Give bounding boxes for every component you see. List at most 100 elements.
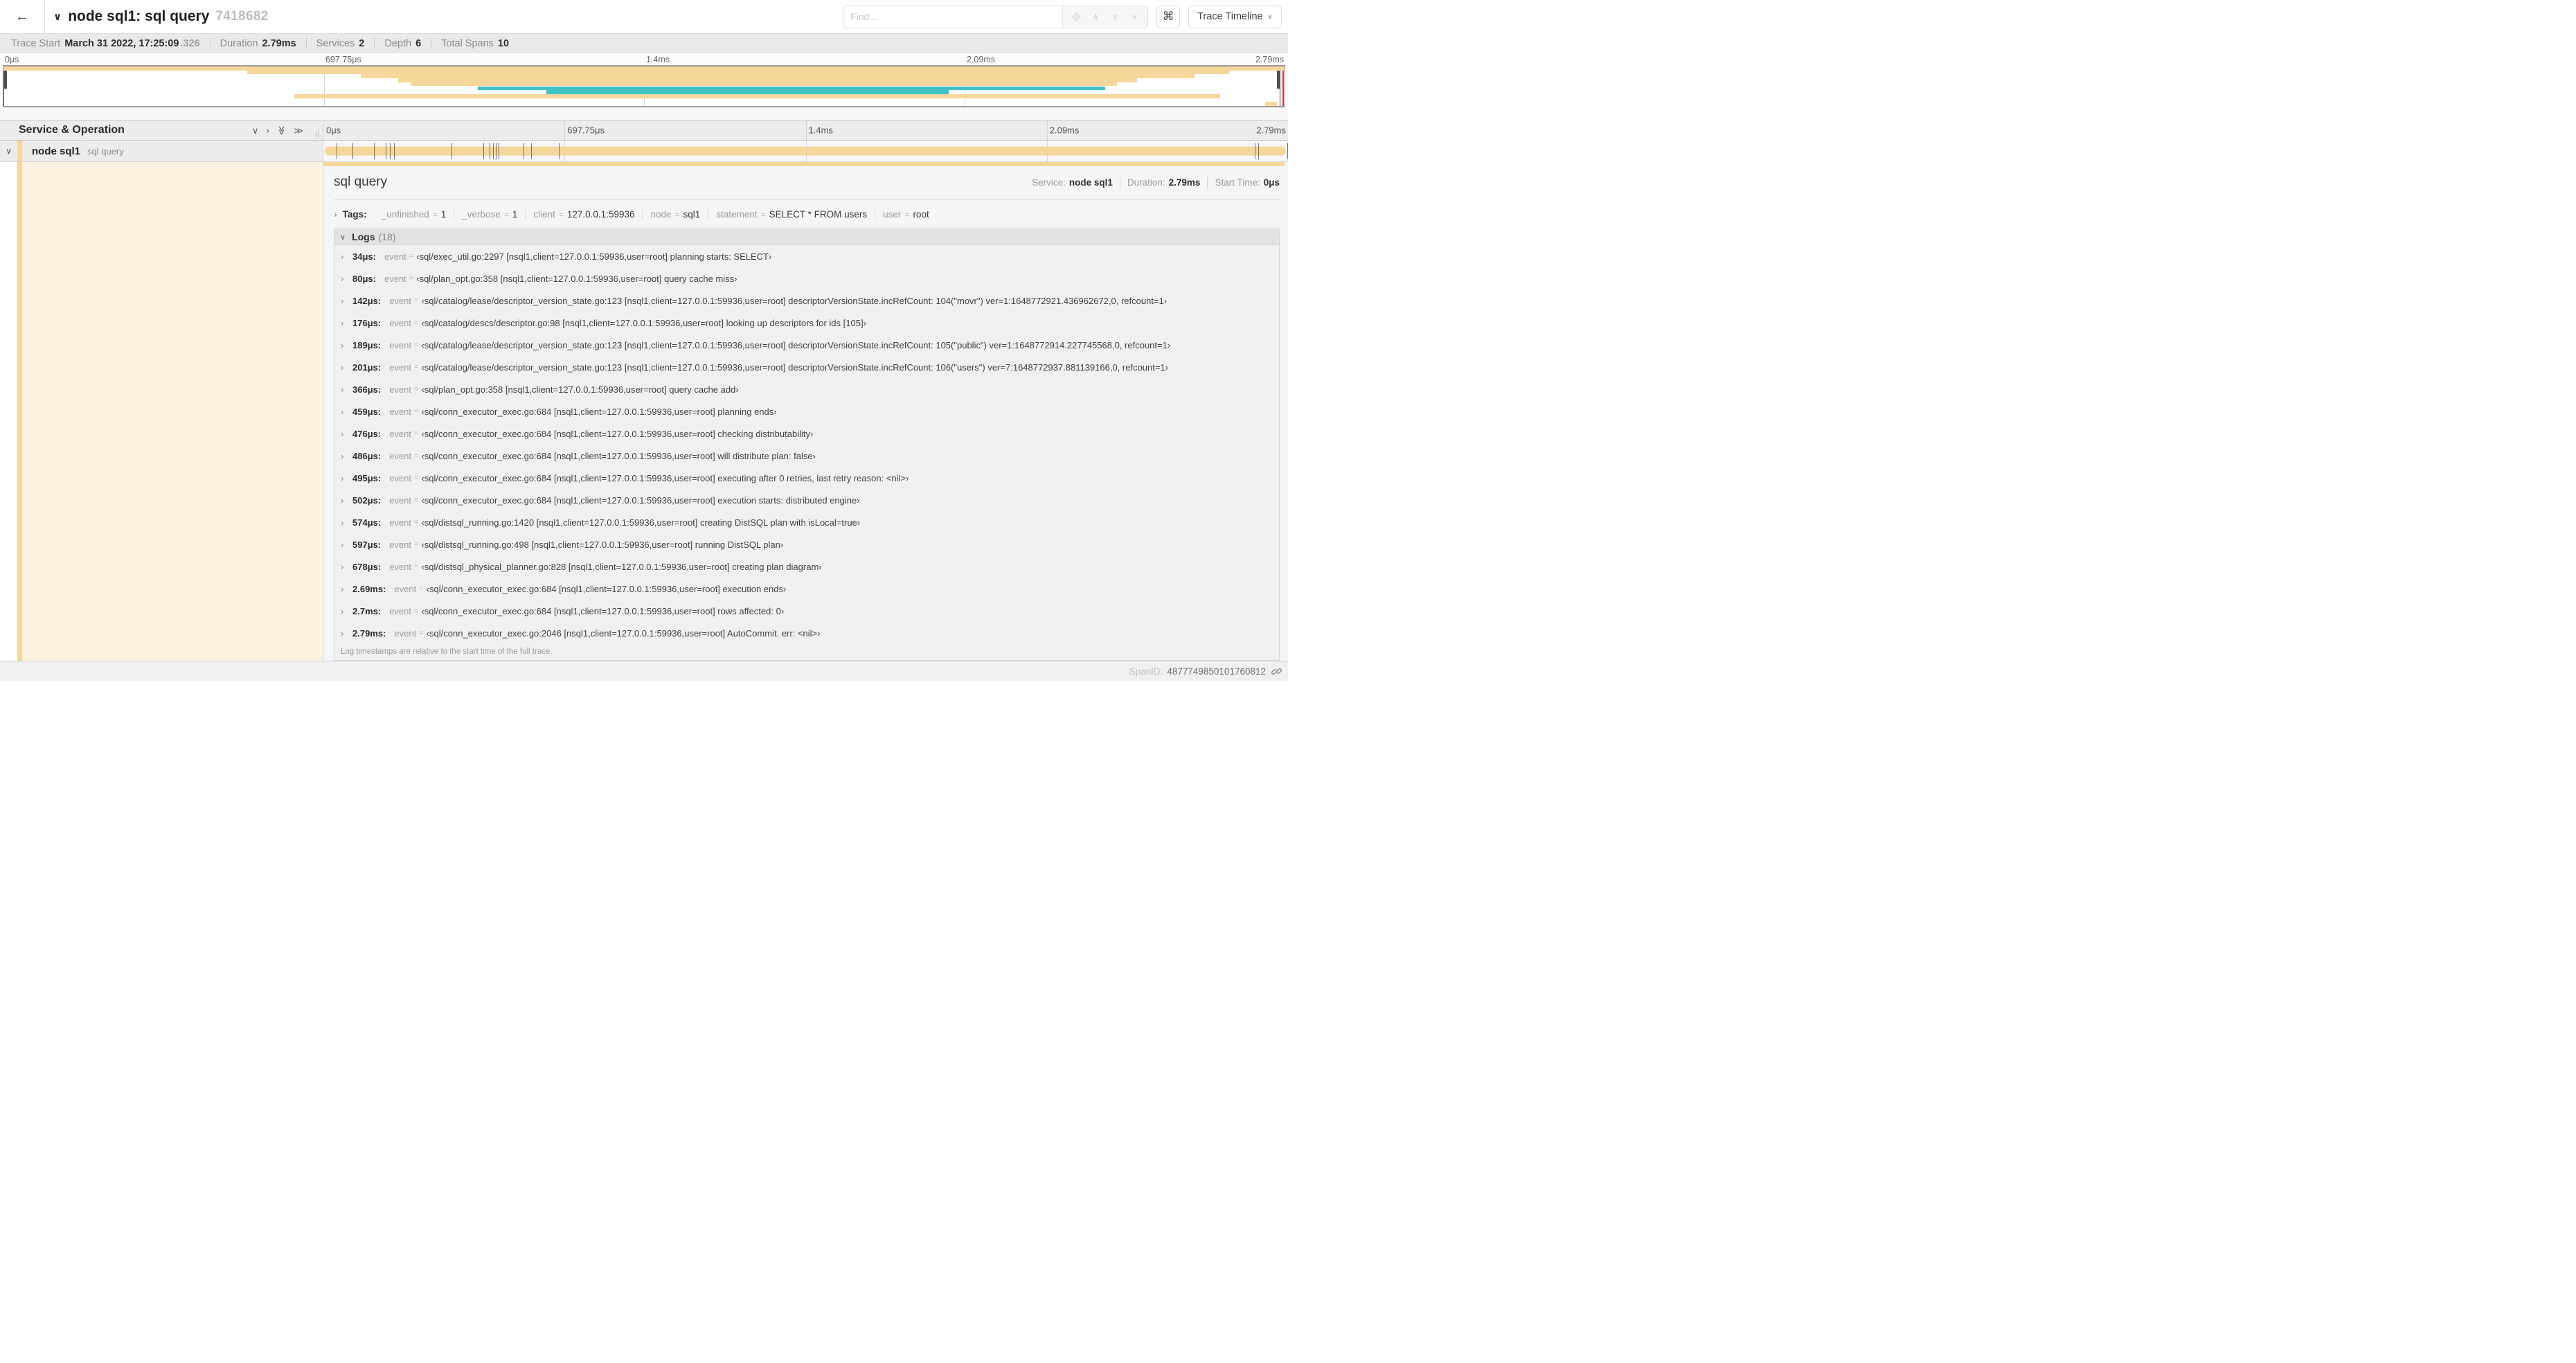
tag-pair: _unfinished = 1 [374,209,454,220]
summary-label: Duration [220,37,258,49]
minimap-left-scrubber[interactable] [3,66,7,106]
find-prev-button[interactable]: ∧ [1086,8,1104,26]
equals-sign: = [414,607,419,615]
chevron-right-icon: › [341,450,344,461]
back-button[interactable]: ← [0,0,45,33]
expand-all-icon[interactable]: ≫ [294,126,303,135]
trace-summary-bar: Trace Start March 31 2022, 17:25:09.326 Du… [0,33,1288,53]
log-marker-tick [559,143,560,159]
tags-row[interactable]: › Tags: _unfinished = 1 _verbose = 1 client = 12… [334,205,1280,223]
minimap-canvas[interactable] [3,65,1285,107]
log-field-value: ‹sql/conn_executor_exec.go:684 [nsql1,cl… [421,472,909,483]
keyboard-shortcuts-button[interactable]: ⌘ [1156,5,1181,28]
log-field-value: ‹sql/distsql_running.go:498 [nsql1,clien… [421,539,784,550]
log-entry-row[interactable]: › 495μs: event = ‹sql/conn_executor_exec.go:… [334,467,1279,489]
ruler-tick-label: 697.75μs [567,125,605,136]
summary-value: March 31 2022, 17:25:09 [64,37,179,49]
log-field-key: event [389,339,412,350]
log-field-key: event [389,362,412,373]
log-timestamp: 459μs: [352,406,382,417]
log-marker-tick [496,143,497,159]
log-timestamp: 176μs: [352,317,382,328]
log-entry-row[interactable]: › 142μs: event = ‹sql/catalog/lease/descript… [334,289,1279,312]
link-icon [1271,668,1282,675]
equals-sign: = [414,319,419,327]
trace-view-label: Trace Timeline [1197,11,1263,22]
log-entry-row[interactable]: › 2.7ms: event = ‹sql/conn_executor_exec.go:… [334,600,1279,622]
log-entry-row[interactable]: › 678μs: event = ‹sql/distsql_physical_plann… [334,555,1279,578]
log-field-key: event [389,295,412,306]
span-detail-header: sql query Service: node sql1 Duration: 2.79… [334,172,1280,193]
summary-value-suffix: .326 [180,37,200,49]
meta-value: 0μs [1263,177,1280,188]
log-entry-row[interactable]: › 459μs: event = ‹sql/conn_executor_exec.go:… [334,400,1279,422]
log-entry-row[interactable]: › 574μs: event = ‹sql/distsql_running.go:142… [334,511,1279,533]
chevron-up-icon: ∧ [1092,11,1099,21]
minimap-span-bar [1265,102,1277,106]
equals-sign: = [674,209,680,220]
chevron-down-icon: ∨ [1111,11,1118,21]
collapse-controls: ∨ › ≫ ≫ [252,125,303,135]
chevron-right-icon: › [341,627,344,639]
logs-header[interactable]: ∨ Logs (18) [334,229,1279,245]
log-entry-row[interactable]: › 2.79ms: event = ‹sql/conn_executor_exec.go… [334,622,1279,644]
expand-one-icon[interactable]: › [266,126,269,135]
log-entry-row[interactable]: › 366μs: event = ‹sql/plan_opt.go:358 [nsql1… [334,378,1279,400]
tag-key: _verbose [462,208,501,220]
log-field-key: event [389,406,412,417]
log-field-key: event [384,251,406,262]
log-field-value: ‹sql/conn_executor_exec.go:2046 [nsql1,c… [426,627,821,639]
log-entry-row[interactable]: › 2.69ms: event = ‹sql/conn_executor_exec.go… [334,578,1279,600]
summary-label: Depth [384,37,412,49]
span-meta-item: Duration: 2.79ms [1119,177,1208,188]
service-color-stripe [17,162,22,661]
copy-link-button[interactable] [1271,666,1282,677]
tag-key: _unfinished [381,208,429,220]
equals-sign: = [760,209,766,220]
span-row[interactable]: ∨ node sql1 sql query [0,141,1288,162]
log-entry-row[interactable]: › 201μs: event = ‹sql/catalog/lease/descript… [334,356,1279,378]
collapse-all-icon[interactable]: ≫ [276,125,287,135]
tag-value: 127.0.0.1:59936 [566,208,635,220]
log-field-value: ‹sql/catalog/lease/descriptor_version_st… [421,362,1169,373]
log-timestamp: 34μs: [352,251,376,262]
chevron-right-icon: › [341,472,344,483]
log-field-key: event [389,539,412,550]
summary-item: Trace Start March 31 2022, 17:25:09.326 [11,38,210,49]
log-entry-row[interactable]: › 486μs: event = ‹sql/conn_executor_exec.go:… [334,445,1279,467]
log-entry-row[interactable]: › 189μs: event = ‹sql/catalog/lease/descript… [334,334,1279,356]
equals-sign: = [409,252,414,260]
log-field-value: ‹sql/catalog/lease/descriptor_version_st… [421,339,1171,350]
log-entry-row[interactable]: › 502μs: event = ‹sql/conn_executor_exec.go:… [334,489,1279,511]
find-clear-button[interactable]: × [1125,8,1143,26]
column-resizer[interactable] [316,132,319,139]
chevron-down-icon[interactable]: ∨ [53,10,62,23]
trace-view-select[interactable]: Trace Timeline ∨ [1188,5,1282,28]
log-entry-row[interactable]: › 80μs: event = ‹sql/plan_opt.go:358 [nsql1,… [334,267,1279,289]
log-entry-row[interactable]: › 176μs: event = ‹sql/catalog/descs/descript… [334,312,1279,334]
find-input[interactable] [843,6,1063,28]
locate-span-button[interactable] [1067,8,1085,26]
page-title: node sql1: sql query [68,8,210,24]
log-timestamp: 2.7ms: [352,605,382,616]
log-field-value: ‹sql/catalog/lease/descriptor_version_st… [421,295,1168,306]
detail-left-column [0,162,323,661]
log-marker-tick [1258,143,1259,159]
chevron-down-icon[interactable]: ∨ [0,146,17,156]
trace-title-group: ∨ node sql1: sql query 7418682 [45,0,843,33]
log-field-key: event [389,450,412,461]
chevron-right-icon: › [341,273,344,284]
collapse-one-icon[interactable]: ∨ [252,126,259,135]
equals-sign: = [414,518,419,526]
find-next-button[interactable]: ∨ [1106,8,1124,26]
log-marker-tick [352,143,353,159]
log-entry-row[interactable]: › 476μs: event = ‹sql/conn_executor_exec.go:… [334,422,1279,445]
minimap-cursor-guide [1282,66,1284,106]
equals-sign: = [414,341,419,349]
timeline-gridline [1046,141,1048,161]
summary-label: Trace Start [11,37,61,49]
chevron-right-icon: › [341,339,344,350]
log-entry-row[interactable]: › 597μs: event = ‹sql/distsql_running.go:498… [334,533,1279,555]
timeline-grid-header: Service & Operation ∨ › ≫ ≫ 0μs 697.75μs 1… [0,120,1288,141]
log-entry-row[interactable]: › 34μs: event = ‹sql/exec_util.go:2297 [nsql… [334,245,1279,267]
